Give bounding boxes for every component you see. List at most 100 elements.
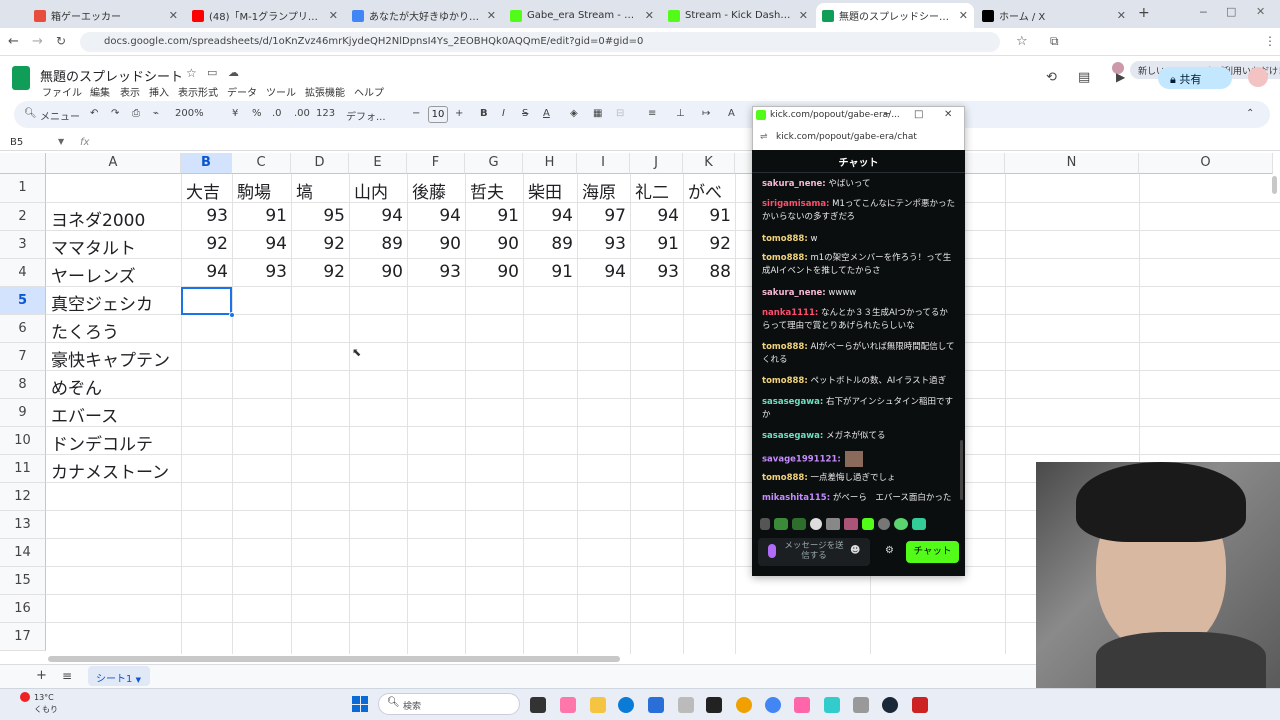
send-chat-button[interactable]: チャット <box>906 541 959 563</box>
file-explorer-icon[interactable] <box>590 697 606 713</box>
cell[interactable]: 駒場 <box>237 178 289 203</box>
close-icon[interactable]: ✕ <box>1117 9 1126 22</box>
number-format-button[interactable]: 123 <box>316 108 335 119</box>
task-view-icon[interactable] <box>530 697 546 713</box>
browser-tab[interactable]: Gabe_era Stream - Watch Live✕ <box>504 3 660 28</box>
cell[interactable]: 94 <box>577 262 630 282</box>
cell[interactable]: 88 <box>683 262 735 282</box>
row-header[interactable]: 3 <box>0 231 46 259</box>
browser-tab[interactable]: Stream - Kick Dashboard✕ <box>662 3 814 28</box>
cell[interactable]: 94 <box>523 206 577 226</box>
emote-icon[interactable] <box>760 518 770 530</box>
emoji-icon[interactable]: ☻ <box>850 545 860 556</box>
percent-button[interactable]: % <box>252 108 262 119</box>
selected-cell-b5[interactable] <box>181 287 232 315</box>
sheets-logo-icon[interactable] <box>12 66 30 90</box>
decimal-decrease-button[interactable]: .0 <box>272 108 282 119</box>
column-header-a[interactable]: A <box>46 153 181 174</box>
merge-icon[interactable]: ⊟ <box>616 108 624 119</box>
meet-icon[interactable]: ▶ <box>1116 70 1125 84</box>
app-icon[interactable] <box>794 697 810 713</box>
cell[interactable]: 礼二 <box>635 178 682 203</box>
column-header-c[interactable]: C <box>232 153 291 174</box>
cell[interactable]: 91 <box>523 262 577 282</box>
maximize-button[interactable]: □ <box>1226 5 1236 18</box>
bold-button[interactable]: B <box>480 108 488 119</box>
popup-maximize-button[interactable]: □ <box>914 109 923 120</box>
fill-color-icon[interactable]: ◈ <box>570 108 578 119</box>
menu-format[interactable]: 表示形式 <box>178 84 218 99</box>
settings-icon[interactable] <box>853 697 869 713</box>
row-header[interactable]: 9 <box>0 399 46 427</box>
menu-help[interactable]: ヘルプ <box>354 84 384 99</box>
cell[interactable]: 97 <box>577 206 630 226</box>
cell[interactable]: 海原 <box>582 178 629 203</box>
row-header[interactable]: 13 <box>0 511 46 539</box>
history-icon[interactable]: ⟲ <box>1046 70 1057 85</box>
valign-icon[interactable]: ⊥ <box>676 108 685 119</box>
cell[interactable]: 91 <box>630 234 683 254</box>
undo-icon[interactable]: ↶ <box>90 108 98 119</box>
align-icon[interactable]: ≡ <box>648 108 656 119</box>
windows-start-icon[interactable] <box>352 696 368 712</box>
name-box-dropdown-icon[interactable]: ▼ <box>58 137 64 146</box>
cell[interactable]: ヤーレンズ <box>51 262 179 287</box>
cell[interactable]: 90 <box>465 262 523 282</box>
cell[interactable]: 哲夫 <box>470 178 522 203</box>
window-close-button[interactable]: ✕ <box>1256 5 1265 18</box>
print-icon[interactable]: ⎙ <box>132 108 140 119</box>
strikethrough-button[interactable]: S <box>522 108 528 119</box>
url-field[interactable]: docs.google.com/spreadsheets/d/1oKnZvz46… <box>80 32 1000 52</box>
italic-button[interactable]: I <box>502 108 505 119</box>
browser-tab[interactable]: あなたが大好きゆかりちゃん~(ん✕ <box>346 3 502 28</box>
text-color-button[interactable]: A <box>543 108 550 119</box>
close-icon[interactable]: ✕ <box>959 9 968 22</box>
menu-extensions[interactable]: 拡張機能 <box>305 84 345 99</box>
reload-icon[interactable]: ↻ <box>56 34 66 48</box>
chat-scrollbar[interactable] <box>960 440 963 500</box>
row-header[interactable]: 10 <box>0 427 46 455</box>
app-icon[interactable] <box>824 697 840 713</box>
emote-icon[interactable] <box>792 518 806 530</box>
font-size-decrease[interactable]: − <box>412 108 420 119</box>
cell[interactable]: 豪快キャプテン <box>51 346 179 371</box>
add-sheet-button[interactable]: + <box>36 668 47 683</box>
menu-data[interactable]: データ <box>227 84 257 99</box>
browser-tab[interactable]: ホーム / X ✕ <box>976 3 1132 28</box>
popup-minimize-button[interactable]: ─ <box>884 109 890 120</box>
row-header-selected[interactable]: 5 <box>0 287 46 315</box>
minimize-button[interactable]: ─ <box>1200 6 1207 19</box>
cell[interactable]: 塙 <box>296 178 348 203</box>
cell[interactable]: 92 <box>291 234 349 254</box>
row-header[interactable]: 2 <box>0 203 46 231</box>
cell[interactable]: 94 <box>349 206 407 226</box>
cell[interactable]: 93 <box>577 234 630 254</box>
row-header[interactable]: 12 <box>0 483 46 511</box>
menu-insert[interactable]: 挿入 <box>149 84 169 99</box>
cell[interactable]: ママタルト <box>51 234 179 259</box>
forward-icon[interactable]: → <box>32 34 43 49</box>
cell[interactable]: 92 <box>291 262 349 282</box>
taskbar-search[interactable]: 🔍︎ 検索 <box>378 693 520 715</box>
row-header[interactable]: 11 <box>0 455 46 483</box>
row-header[interactable]: 1 <box>0 174 46 203</box>
cell[interactable]: 真空ジェシカ <box>51 290 179 315</box>
search-icon[interactable]: 🔍︎ <box>24 108 37 119</box>
borders-icon[interactable]: ▦ <box>593 108 602 119</box>
app-icon[interactable] <box>736 697 752 713</box>
copilot-icon[interactable] <box>560 697 576 713</box>
emote-icon[interactable] <box>862 518 874 530</box>
zoom-select[interactable]: 200% <box>175 108 204 119</box>
column-header-n[interactable]: N <box>1005 153 1139 174</box>
app-icon[interactable] <box>706 697 722 713</box>
move-folder-icon[interactable]: ▭ <box>207 66 217 79</box>
cell[interactable]: 大吉 <box>186 178 230 203</box>
new-tab-button[interactable]: + <box>1138 5 1150 21</box>
browser-tab[interactable]: 箱ゲーエッカー ✕ <box>28 3 184 28</box>
back-icon[interactable]: ← <box>8 34 19 49</box>
cell[interactable]: 93 <box>181 206 232 226</box>
row-header[interactable]: 17 <box>0 623 46 651</box>
cell[interactable]: 94 <box>630 206 683 226</box>
emote-icon[interactable] <box>826 518 840 530</box>
emote-icon[interactable] <box>912 518 926 530</box>
